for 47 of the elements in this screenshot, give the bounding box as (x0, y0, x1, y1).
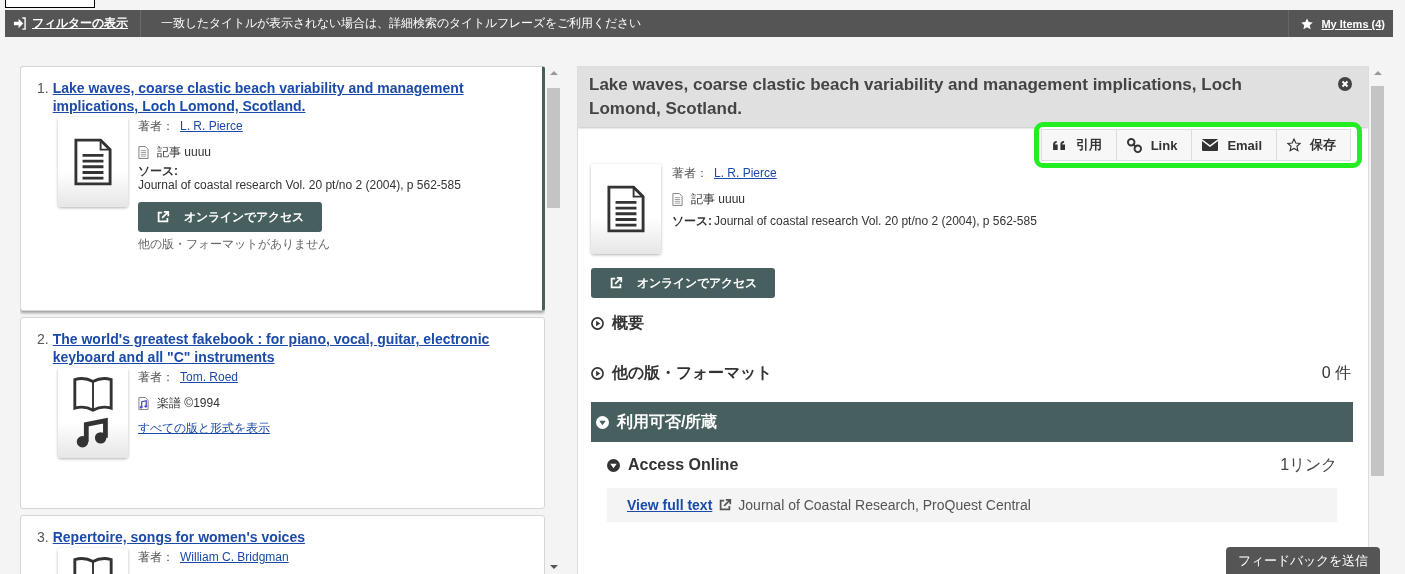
section-title: 利用可否/所蔵 (617, 411, 718, 432)
section-title: 他の版・フォーマット (612, 362, 772, 383)
all-versions-link[interactable]: すべての版と形式を表示 (138, 420, 270, 437)
link-source: Journal of Coastal Research, ProQuest Central (738, 497, 1031, 513)
access-online-button[interactable]: オンラインでアクセス (591, 268, 775, 298)
result-title-link[interactable]: The world's greatest fakebook : for piano, vocal, guitar, electronic keyboard and all "C" instruments (52, 330, 528, 366)
source-label: ソース: (672, 214, 712, 228)
feedback-button[interactable]: フィードバックを送信 (1226, 547, 1380, 574)
result-number: 2. (37, 330, 49, 349)
action-button[interactable]: Email (1192, 130, 1278, 160)
section-header[interactable]: 他の版・フォーマット 0 件 (591, 348, 1354, 398)
result-number: 1. (37, 79, 49, 98)
author-label: 著者： (138, 368, 174, 386)
author-label: 著者： (672, 164, 708, 182)
result-card[interactable]: 3. Repertoire, songs for women's voices 著者： William C. Bridgman (20, 515, 545, 574)
source-text: Journal of coastal research Vol. 20 pt/no 2 (2004), p 562-585 (138, 178, 461, 192)
result-title-link[interactable]: Lake waves, coarse clastic beach variability and management implications, Loch Lomond, Scotland. (52, 79, 526, 115)
view-full-text-link[interactable]: View full text (627, 497, 713, 513)
source-label: ソース: (138, 164, 179, 178)
section-title: 概要 (612, 312, 644, 333)
action-button[interactable]: 引用 (1041, 130, 1117, 160)
author-label: 著者： (138, 548, 174, 566)
format-text: 記事 uuuu (157, 143, 212, 161)
filter-message: 一致したタイトルが表示されない場合は、詳細検索のタイトルフレーズをご利用ください (161, 15, 642, 32)
result-title-link[interactable]: Repertoire, songs for women's voices (52, 528, 305, 546)
result-card[interactable]: 2. The world's greatest fakebook : for piano, vocal, guitar, electronic keyboard and all "C" instruments 著者： Tom. Roed 楽譜 ©1994 すべての版と形式を表示 (20, 317, 545, 509)
my-items-link[interactable]: My Items (4) (1288, 10, 1393, 37)
access-online-button[interactable]: オンラインでアクセス (138, 202, 322, 232)
result-number: 3. (37, 528, 49, 546)
no-versions-note: 他の版・フォーマットがありません (138, 236, 331, 253)
section-header[interactable]: 概要 (591, 298, 1354, 348)
source-text: Journal of coastal research Vol. 20 pt/no 2 (2004), p 562-585 (714, 214, 1037, 228)
format-text: 記事 uuuu (691, 190, 746, 208)
link-count: 1リンク (1280, 454, 1338, 475)
access-online-toggle[interactable]: Access Online (607, 456, 739, 474)
author-label: 著者： (138, 117, 174, 135)
author-link[interactable]: William C. Bridgman (180, 550, 289, 564)
item-count: 0 件 (1321, 362, 1352, 383)
author-link[interactable]: L. R. Pierce (714, 166, 777, 180)
filter-link[interactable]: フィルターの表示 (5, 10, 141, 37)
format-text: 楽譜 ©1994 (157, 394, 220, 412)
detail-title: Lake waves, coarse clastic beach variability and management implications, Loch Lomond, Scotland. (589, 74, 1243, 120)
author-link[interactable]: L. R. Pierce (180, 119, 243, 133)
section-header[interactable]: 利用可否/所蔵 (591, 402, 1354, 442)
author-link[interactable]: Tom. Roed (180, 370, 239, 384)
action-button[interactable]: 保存 (1277, 130, 1351, 160)
action-button[interactable]: Link (1116, 130, 1193, 160)
